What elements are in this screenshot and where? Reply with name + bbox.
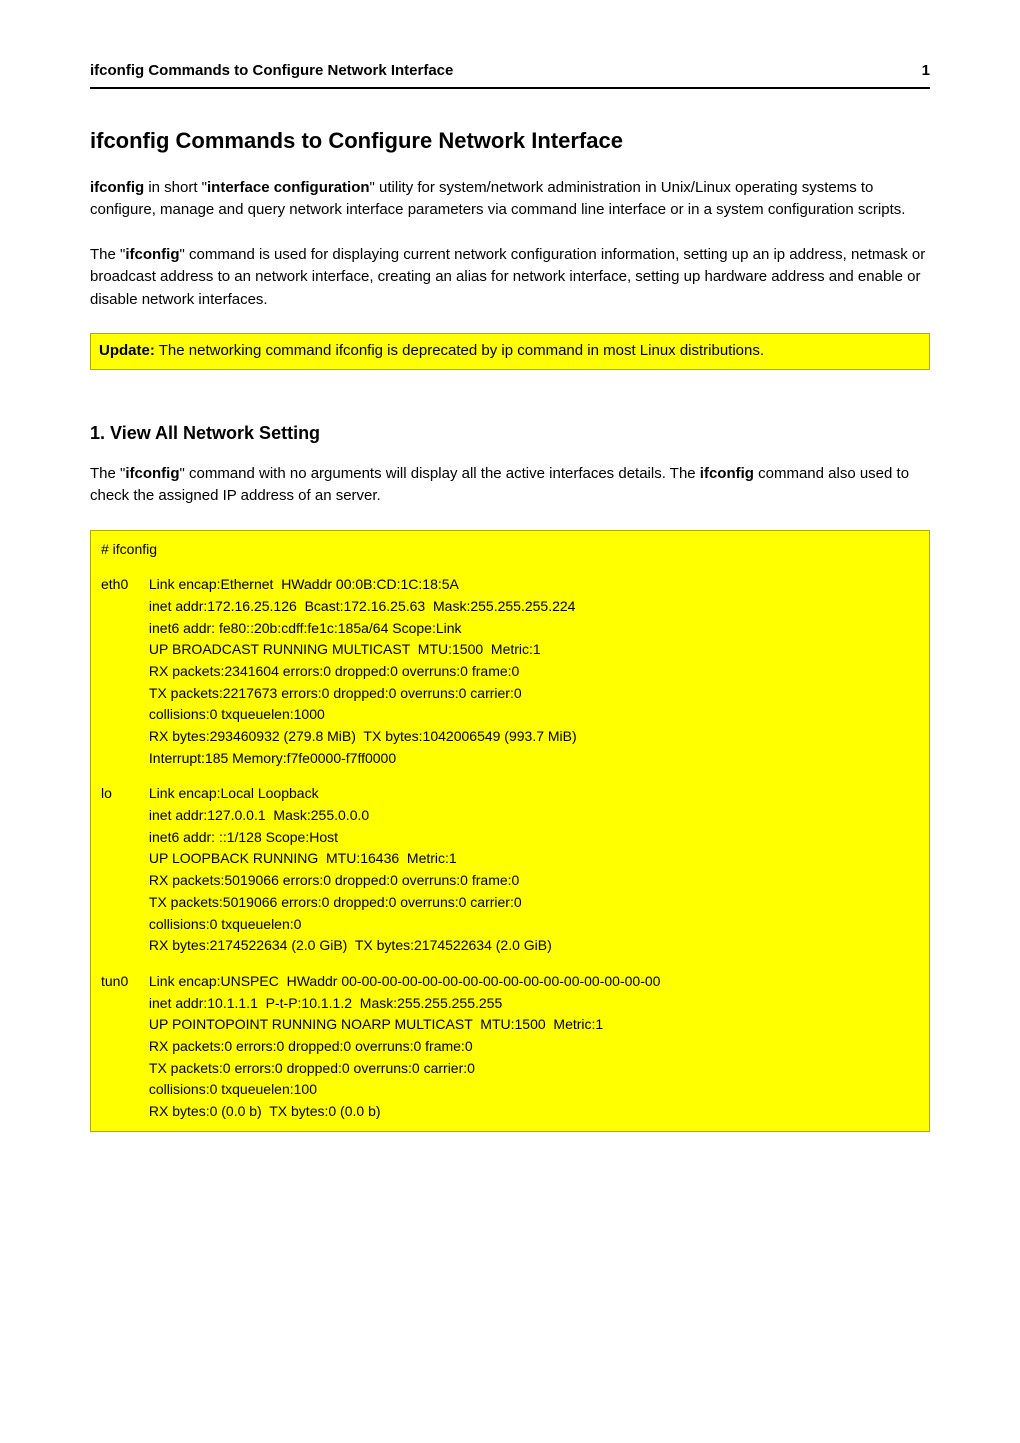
iface-line: UP BROADCAST RUNNING MULTICAST MTU:1500 …	[149, 639, 917, 661]
bold-term-ifconfig: ifconfig	[125, 465, 179, 482]
text-fragment: " command with no arguments will display…	[180, 465, 700, 482]
iface-eth0-block: eth0 Link encap:Ethernet HWaddr 00:0B:CD…	[101, 574, 919, 769]
callout-text: The networking command ifconfig is depre…	[155, 342, 764, 359]
iface-body-eth0: Link encap:Ethernet HWaddr 00:0B:CD:1C:1…	[149, 574, 917, 769]
text-fragment: " command is used for displaying current…	[90, 246, 925, 308]
code-command: # ifconfig	[101, 539, 919, 561]
bold-term-ifconfig: ifconfig	[125, 246, 179, 263]
iface-body-tun0: Link encap:UNSPEC HWaddr 00-00-00-00-00-…	[149, 971, 917, 1123]
bold-term-ifconfig: ifconfig	[700, 465, 754, 482]
bold-term-interface-configuration: interface configuration	[207, 179, 370, 196]
iface-line: UP LOOPBACK RUNNING MTU:16436 Metric:1	[149, 848, 917, 870]
section-1-title: 1. View All Network Setting	[90, 420, 930, 447]
main-title: ifconfig Commands to Configure Network I…	[90, 124, 930, 157]
iface-line: RX packets:5019066 errors:0 dropped:0 ov…	[149, 870, 917, 892]
iface-line: TX packets:0 errors:0 dropped:0 overruns…	[149, 1058, 917, 1080]
text-fragment: The "	[90, 465, 125, 482]
bold-term-ifconfig: ifconfig	[90, 179, 144, 196]
iface-line: Link encap:Ethernet HWaddr 00:0B:CD:1C:1…	[149, 574, 917, 596]
iface-line: Interrupt:185 Memory:f7fe0000-f7ff0000	[149, 748, 917, 770]
iface-label-tun0: tun0	[101, 971, 145, 993]
iface-line: inet addr:10.1.1.1 P-t-P:10.1.1.2 Mask:2…	[149, 993, 917, 1015]
iface-line: inet addr:127.0.0.1 Mask:255.0.0.0	[149, 805, 917, 827]
iface-line: inet6 addr: ::1/128 Scope:Host	[149, 827, 917, 849]
iface-line: RX packets:0 errors:0 dropped:0 overruns…	[149, 1036, 917, 1058]
iface-line: RX bytes:293460932 (279.8 MiB) TX bytes:…	[149, 726, 917, 748]
iface-line: TX packets:2217673 errors:0 dropped:0 ov…	[149, 683, 917, 705]
iface-line: collisions:0 txqueuelen:100	[149, 1079, 917, 1101]
iface-line: RX bytes:0 (0.0 b) TX bytes:0 (0.0 b)	[149, 1101, 917, 1123]
iface-line: collisions:0 txqueuelen:1000	[149, 704, 917, 726]
iface-line: inet addr:172.16.25.126 Bcast:172.16.25.…	[149, 596, 917, 618]
text-fragment: The "	[90, 246, 125, 263]
iface-line: UP POINTOPOINT RUNNING NOARP MULTICAST M…	[149, 1014, 917, 1036]
text-fragment: in short "	[144, 179, 207, 196]
iface-label-lo: lo	[101, 783, 145, 805]
iface-line: Link encap:UNSPEC HWaddr 00-00-00-00-00-…	[149, 971, 917, 993]
iface-line: RX bytes:2174522634 (2.0 GiB) TX bytes:2…	[149, 935, 917, 957]
header-title: ifconfig Commands to Configure Network I…	[90, 60, 453, 83]
iface-line: TX packets:5019066 errors:0 dropped:0 ov…	[149, 892, 917, 914]
iface-line: inet6 addr: fe80::20b:cdff:fe1c:185a/64 …	[149, 618, 917, 640]
iface-line: collisions:0 txqueuelen:0	[149, 914, 917, 936]
intro-paragraph-1: ifconfig in short "interface configurati…	[90, 177, 930, 222]
iface-label-eth0: eth0	[101, 574, 145, 596]
intro-paragraph-2: The "ifconfig" command is used for displ…	[90, 244, 930, 312]
code-output-box: # ifconfig eth0 Link encap:Ethernet HWad…	[90, 530, 930, 1132]
iface-tun0-block: tun0 Link encap:UNSPEC HWaddr 00-00-00-0…	[101, 971, 919, 1123]
update-callout: Update: The networking command ifconfig …	[90, 333, 930, 370]
callout-label: Update:	[99, 342, 155, 359]
iface-line: Link encap:Local Loopback	[149, 783, 917, 805]
page-number: 1	[922, 60, 930, 83]
iface-line: RX packets:2341604 errors:0 dropped:0 ov…	[149, 661, 917, 683]
section-1-description: The "ifconfig" command with no arguments…	[90, 463, 930, 508]
iface-body-lo: Link encap:Local Loopback inet addr:127.…	[149, 783, 917, 957]
iface-lo-block: lo Link encap:Local Loopback inet addr:1…	[101, 783, 919, 957]
page-header: ifconfig Commands to Configure Network I…	[90, 60, 930, 89]
